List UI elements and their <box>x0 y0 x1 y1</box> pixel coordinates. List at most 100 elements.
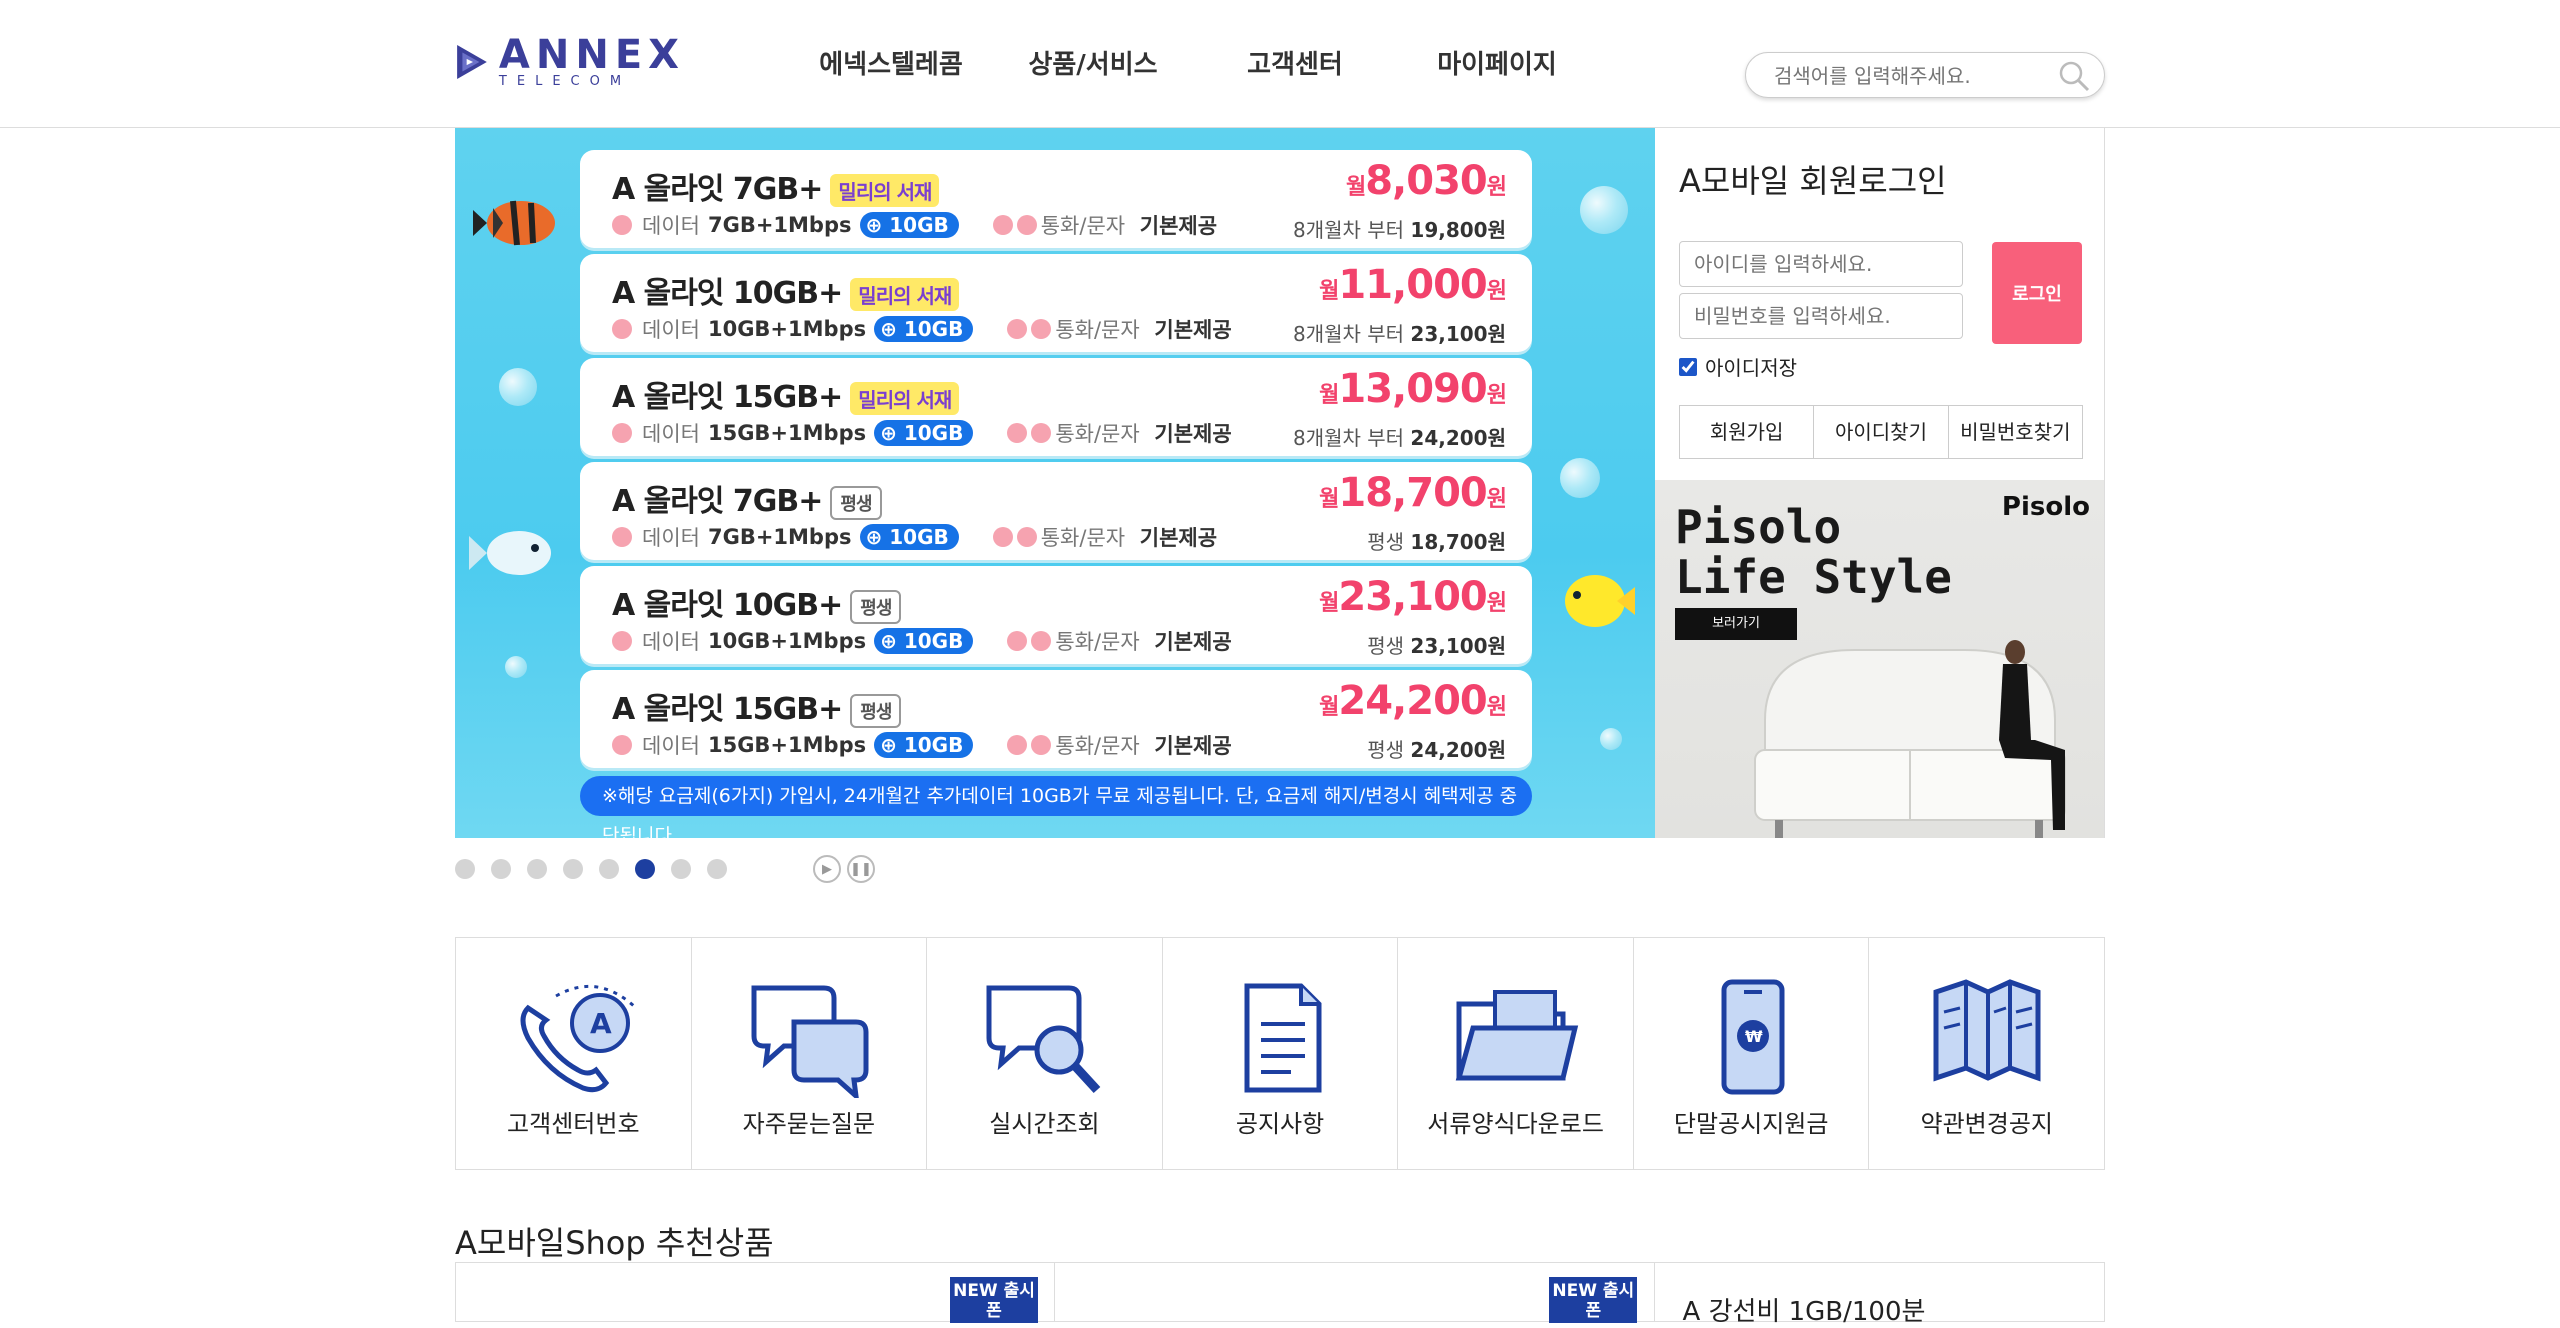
plan-tag: 평생 <box>830 485 882 520</box>
new-badge: NEW 출시폰 <box>1549 1277 1638 1323</box>
quick-item-forms[interactable]: 서류양식다운로드 <box>1398 938 1634 1169</box>
quick-item-callcenter[interactable]: A 고객센터번호 <box>456 938 692 1169</box>
quick-item-faq[interactable]: 자주묻는질문 <box>692 938 928 1169</box>
plan-title: A 올라잇 15GB+ <box>612 380 843 415</box>
plan-price: 월11,000원 <box>1319 262 1507 308</box>
plan-later-price: 8개월차 부터 19,800원 <box>1293 214 1506 243</box>
bubble-decoration <box>505 656 527 678</box>
plan-card[interactable]: A 올라잇 15GB+ 평생 데이터 15GB+1Mbps ⊕ 10GB 통화/문자 기본… <box>580 670 1532 768</box>
slider-pagination: ▶ ❚❚ <box>455 855 881 883</box>
later-prefix: 평생 <box>1367 634 1405 658</box>
slide-dot[interactable] <box>635 859 655 879</box>
later-prefix: 8개월차 부터 <box>1292 218 1405 242</box>
find-id-link[interactable]: 아이디찾기 <box>1814 406 1949 458</box>
search-icon[interactable] <box>2058 60 2090 92</box>
quick-item-realtime[interactable]: 실시간조회 <box>927 938 1163 1169</box>
product-card[interactable]: NEW 출시폰 <box>1055 1263 1655 1323</box>
data-label: 데이터 <box>642 422 700 446</box>
later-price: 23,100원 <box>1410 634 1506 658</box>
slide-dot[interactable] <box>671 859 691 879</box>
plan-card[interactable]: A 올라잇 10GB+ 평생 데이터 10GB+1Mbps ⊕ 10GB 통화/문자 기본… <box>580 566 1532 664</box>
quick-label: 약관변경공지 <box>1920 1110 2053 1138</box>
call-sms-icon <box>1007 735 1055 755</box>
plan-tag: 밀리의 서재 <box>830 174 940 207</box>
login-button[interactable]: 로그인 <box>1992 242 2082 344</box>
bubble-decoration <box>1560 458 1600 498</box>
call-sms-icon <box>1007 423 1055 443</box>
price-unit: 원 <box>1486 695 1507 720</box>
remember-checkbox[interactable] <box>1679 357 1697 376</box>
data-label: 데이터 <box>642 214 700 238</box>
later-price: 19,800원 <box>1410 218 1506 242</box>
quick-label: 실시간조회 <box>989 1110 1100 1138</box>
plan-card[interactable]: A 올라잇 10GB+ 밀리의 서재 데이터 10GB+1Mbps ⊕ 10GB 통화/문… <box>580 254 1532 352</box>
price-prefix: 월 <box>1319 279 1339 304</box>
data-icon <box>612 631 632 651</box>
plan-data-row: 데이터 10GB+1Mbps ⊕ 10GB 통화/문자 기본제공 <box>612 626 1232 656</box>
password-field[interactable] <box>1679 293 1963 339</box>
plan-later-price: 평생 18,700원 <box>1367 526 1506 555</box>
ad-sofa-illustration <box>1754 640 2066 838</box>
search-box <box>1745 52 2105 98</box>
call-value: 기본제공 <box>1154 630 1232 654</box>
call-sms-icon <box>992 527 1041 547</box>
plan-card[interactable]: A 올라잇 7GB+ 밀리의 서재 데이터 7GB+1Mbps ⊕ 10GB 통화/문자 … <box>580 150 1532 248</box>
data-label: 데이터 <box>642 318 700 342</box>
call-info: 통화/문자 기본제공 <box>1041 522 1217 552</box>
nav-item-company[interactable]: 에넥스텔레콤 <box>790 44 992 81</box>
slide-dot[interactable] <box>707 859 727 879</box>
call-sms-icon <box>1007 631 1055 651</box>
call-value: 기본제공 <box>1139 526 1218 550</box>
logo[interactable]: ANNEX TELECOM <box>455 24 685 100</box>
slide-dot[interactable] <box>455 859 475 879</box>
pause-icon[interactable]: ❚❚ <box>847 855 875 883</box>
plan-card[interactable]: A 올라잇 7GB+ 평생 데이터 7GB+1Mbps ⊕ 10GB 통화/문자 기본제공… <box>580 462 1532 560</box>
slide-dot[interactable] <box>491 859 511 879</box>
quick-item-notice[interactable]: 공지사항 <box>1163 938 1399 1169</box>
bubble-decoration <box>1600 728 1622 750</box>
product-card[interactable]: A 강선비 1GB/100분 <box>1655 1263 2104 1327</box>
site-header: ANNEX TELECOM 에넥스텔레콤 상품/서비스 고객센터 마이페이지 <box>0 0 2560 128</box>
slide-dot[interactable] <box>563 859 583 879</box>
call-value: 기본제공 <box>1154 734 1232 758</box>
play-icon[interactable]: ▶ <box>813 855 841 883</box>
bonus-amount: 10GB <box>903 317 964 341</box>
data-icon <box>612 319 632 339</box>
nav-item-mypage[interactable]: 마이페이지 <box>1396 44 1598 81</box>
later-price: 23,100원 <box>1410 322 1506 346</box>
product-name: A 강선비 1GB/100분 <box>1682 1297 1926 1327</box>
svg-text:₩: ₩ <box>1745 1027 1763 1046</box>
slide-dot[interactable] <box>599 859 619 879</box>
call-info: 통화/문자 기본제공 <box>1055 626 1231 656</box>
nav-item-support[interactable]: 고객센터 <box>1194 44 1396 81</box>
bonus-pill: ⊕ 10GB <box>874 732 974 758</box>
quick-item-terms[interactable]: 약관변경공지 <box>1869 938 2104 1169</box>
later-price: 24,200원 <box>1410 426 1506 450</box>
main-banner[interactable]: A 올라잇 7GB+ 밀리의 서재데이터 7GB+1Mbps ⊕ 10GB 통화/문자 … <box>455 128 1655 838</box>
search-input[interactable] <box>1774 61 2044 91</box>
signup-link[interactable]: 회원가입 <box>1680 406 1815 458</box>
price-unit: 원 <box>1486 383 1507 408</box>
product-card[interactable]: NEW 출시폰 <box>456 1263 1056 1323</box>
later-price: 18,700원 <box>1410 530 1506 554</box>
price-unit: 원 <box>1486 279 1507 304</box>
chat-bubbles-icon <box>751 985 869 1098</box>
find-password-link[interactable]: 비밀번호찾기 <box>1949 406 2082 458</box>
data-amount: 7GB+1Mbps <box>707 213 852 237</box>
quick-item-subsidy[interactable]: ₩ 단말공시지원금 <box>1634 938 1870 1169</box>
data-amount: 15GB+1Mbps <box>707 733 867 757</box>
ad-banner[interactable]: Pisolo Life Style Pisolo 보러가기 <box>1655 480 2105 838</box>
data-icon <box>612 423 632 443</box>
data-label: 데이터 <box>642 734 700 758</box>
plan-card[interactable]: A 올라잇 15GB+ 밀리의 서재 데이터 15GB+1Mbps ⊕ 10GB 통화/문… <box>580 358 1532 456</box>
remember-id[interactable]: 아이디저장 <box>1679 352 1797 381</box>
call-value: 기본제공 <box>1154 318 1232 342</box>
plan-later-price: 평생 23,100원 <box>1367 630 1506 659</box>
fish-orange-icon <box>473 200 555 246</box>
id-field[interactable] <box>1679 241 1963 287</box>
nav-item-products[interactable]: 상품/서비스 <box>992 44 1194 81</box>
plan-title: A 올라잇 7GB+ <box>612 484 823 519</box>
slide-dot[interactable] <box>527 859 547 879</box>
plan-name: A 올라잇 10GB+ 밀리의 서재 <box>612 268 960 312</box>
price-prefix: 월 <box>1319 695 1339 720</box>
